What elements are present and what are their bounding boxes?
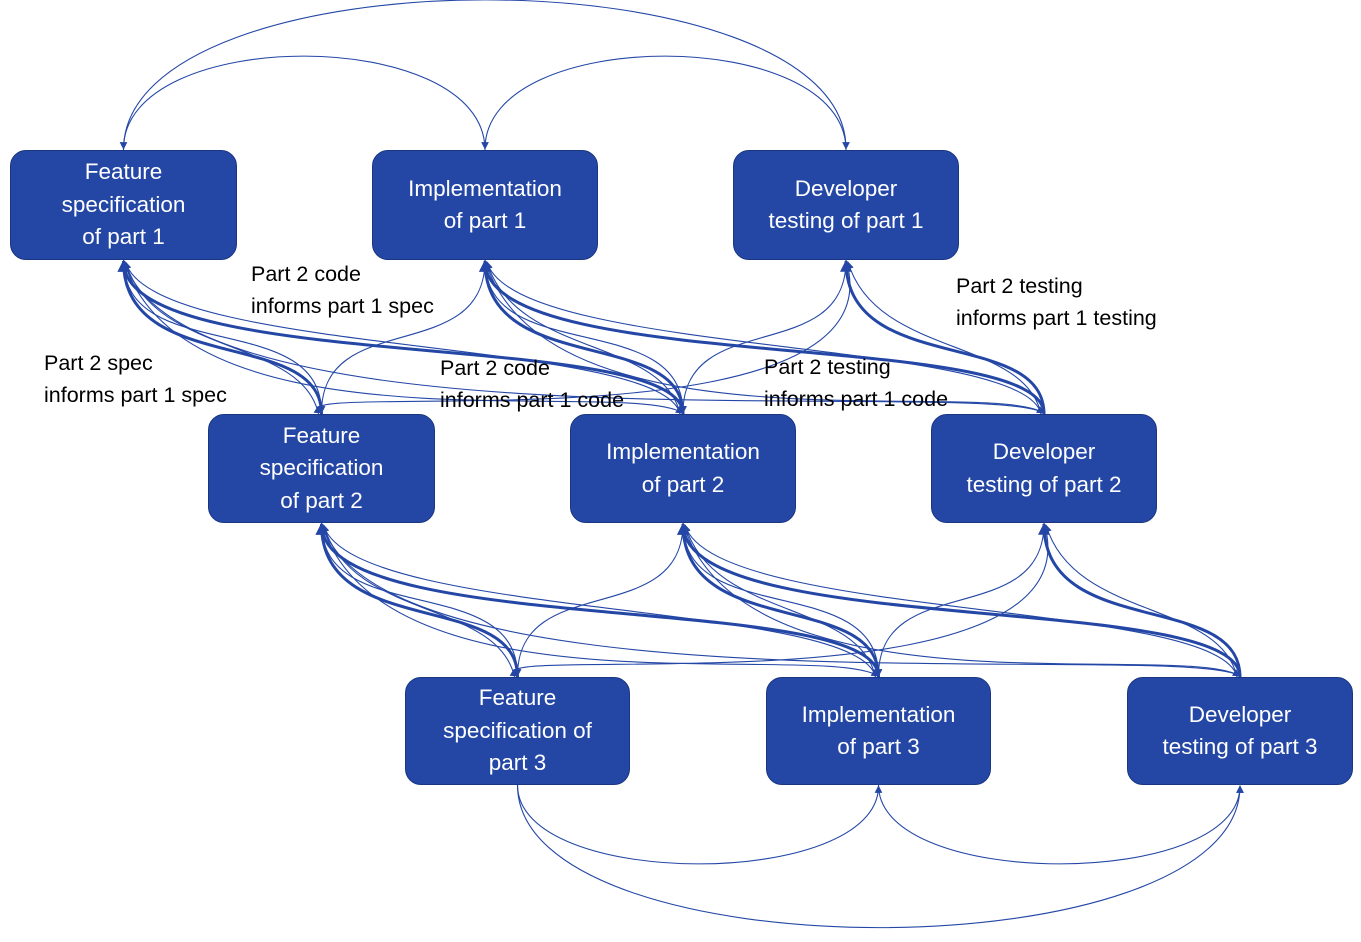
edge-feedback-thin-spec3-spec2: [321, 524, 516, 678]
node-text: of part 1: [82, 224, 165, 250]
annotation-line: informs part 1 code: [764, 387, 949, 411]
node-text: Developer: [1188, 701, 1292, 727]
node-implementation-part-2: Implementation of part 2: [570, 414, 796, 523]
node-developer-testing-part-2: Developer testing of part 2: [931, 414, 1157, 523]
annotation-line: informs part 1 spec: [251, 294, 434, 318]
node-text: of part 2: [280, 487, 363, 513]
node-text: testing of part 2: [966, 471, 1122, 497]
node-text: part 3: [488, 750, 547, 776]
annotation-part2-testing-informs-part1-testing: Part 2 testing informs part 1 testing: [956, 270, 1157, 334]
annotation-part2-spec-informs-part1-spec: Part 2 spec informs part 1 spec: [44, 347, 227, 411]
node-developer-testing-part-1: Developer testing of part 1: [733, 150, 959, 260]
node-text: of part 3: [837, 734, 920, 759]
node-text: of part 2: [641, 471, 725, 497]
node-text: testing of part 1: [768, 208, 924, 233]
edge-feedback-test3-test2: [1038, 522, 1242, 678]
node-text: specification: [259, 455, 384, 481]
node-implementation-part-3: Implementation of part 3: [766, 677, 991, 785]
node-text: testing of part 3: [1162, 734, 1318, 759]
edge-same-row-spec1-test1: [122, 0, 850, 151]
annotation-line: Part 2 code: [440, 356, 550, 380]
node-feature-spec-part-2: Feature specification of part 2: [208, 414, 435, 523]
annotation-line: Part 2 code: [251, 262, 361, 286]
annotation-line: informs part 1 spec: [44, 383, 227, 407]
node-text: Implementation: [801, 701, 956, 727]
node-text: Implementation: [408, 175, 562, 201]
node-developer-testing-part-3: Developer testing of part 3: [1127, 677, 1353, 785]
annotation-line: informs part 1 testing: [956, 306, 1157, 330]
annotation-line: Part 2 spec: [44, 351, 153, 375]
annotation-line: informs part 1 code: [440, 388, 625, 412]
node-text: Feature: [282, 422, 361, 448]
node-text: Feature: [478, 685, 557, 711]
edge-same-row-spec1-impl1: [119, 55, 486, 151]
annotation-line: Part 2 testing: [764, 355, 891, 379]
node-text: of part 1: [443, 208, 527, 233]
node-text: Developer: [794, 175, 898, 201]
node-text: Feature: [84, 159, 163, 185]
edge-same-row-spec3-impl3: [516, 784, 883, 865]
edge-same-row-spec3-test3: [516, 784, 1244, 929]
node-implementation-part-1: Implementation of part 1: [372, 150, 598, 260]
annotation-line: Part 2 testing: [956, 274, 1083, 298]
node-feature-spec-part-3: Feature specification of part 3: [405, 677, 630, 785]
annotation-part2-code-informs-part1-spec: Part 2 code informs part 1 spec: [251, 258, 434, 322]
annotation-part2-code-informs-part1-code: Part 2 code informs part 1 code: [440, 352, 624, 416]
edge-feedback-thin-test3-test2: [1044, 524, 1238, 678]
node-text: specification: [61, 191, 186, 217]
node-text: specification of: [443, 717, 592, 743]
node-text: Implementation: [606, 439, 760, 464]
node-text: Developer: [992, 439, 1096, 464]
annotation-part2-testing-informs-part1-code: Part 2 testing informs part 1 code: [764, 351, 948, 415]
edge-same-row-impl1-test1: [481, 55, 847, 151]
edge-same-row-impl3-test3: [877, 784, 1244, 865]
node-feature-spec-part-1: Feature specification of part 1: [10, 150, 237, 260]
